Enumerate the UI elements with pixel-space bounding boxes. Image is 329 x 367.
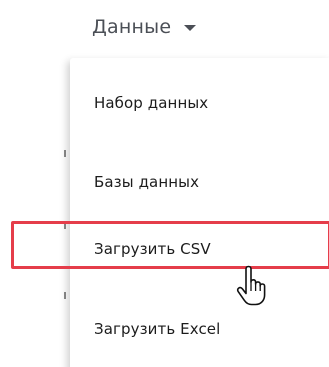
data-dropdown-menu: Набор данных Базы данных Загрузить CSV З…: [70, 58, 329, 367]
menu-item-upload-csv[interactable]: Загрузить CSV: [94, 240, 211, 258]
data-menu-toggle[interactable]: Данные: [92, 14, 197, 40]
data-menu-label: Данные: [92, 16, 172, 38]
caret-down-icon: [184, 25, 197, 31]
menu-item-dataset[interactable]: Набор данных: [94, 94, 208, 112]
screenshot-stage: Данные Набор данных Базы данных Загрузит…: [0, 0, 329, 367]
menu-item-upload-excel[interactable]: Загрузить Excel: [94, 320, 220, 338]
background-mark: [64, 222, 66, 229]
background-marks: [64, 150, 66, 300]
background-mark: [64, 150, 66, 157]
hand-pointer-icon: [236, 265, 266, 306]
menu-item-databases[interactable]: Базы данных: [94, 173, 199, 191]
background-mark: [64, 292, 66, 299]
